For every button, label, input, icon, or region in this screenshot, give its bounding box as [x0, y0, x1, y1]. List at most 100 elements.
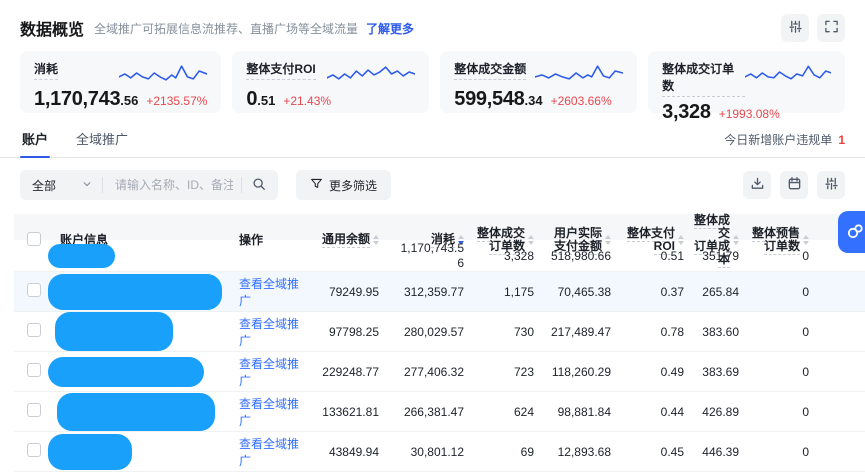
col-action: 操作 [225, 234, 310, 247]
table-row[interactable]: 查看全域推广 79249.95 312,359.77 1,175 70,465.… [14, 272, 865, 312]
cell-roi: 0.37 [617, 285, 690, 299]
metric-value: 3,328 [662, 101, 711, 124]
redacted-account-info [48, 357, 204, 387]
cell-orders: 69 [470, 445, 540, 459]
cell-pay: 98,881.84 [540, 405, 617, 419]
summary-cost: 351.79 [690, 249, 745, 263]
table-row[interactable]: 查看全域推广 97798.25 280,029.57 730 217,489.4… [14, 312, 865, 352]
cell-cost: 426.89 [690, 405, 745, 419]
download-icon [750, 176, 765, 194]
sparkline-chart [535, 62, 623, 84]
metric-value: 599,548 [454, 88, 524, 111]
view-uni-promotion-link[interactable]: 查看全域推广 [239, 317, 299, 348]
cell-balance: 43849.94 [310, 445, 385, 459]
view-uni-promotion-link[interactable]: 查看全域推广 [239, 397, 299, 428]
search-input[interactable] [103, 178, 241, 192]
col-balance[interactable]: 通用余额 [310, 233, 385, 248]
table-row[interactable]: 查看全域推广 133621.81 266,381.47 624 98,881.8… [14, 392, 865, 432]
column-settings-button[interactable] [817, 171, 845, 199]
metric-card-gmv[interactable]: 整体成交金额 599,548.34 +2603.66% [440, 51, 637, 113]
cell-consume: 312,359.77 [385, 285, 470, 299]
sort-icon[interactable] [605, 235, 611, 245]
search-combo: 全部 [20, 170, 278, 200]
cell-orders: 624 [470, 405, 540, 419]
redacted-account-info [48, 274, 222, 310]
cell-consume: 280,029.57 [385, 325, 470, 339]
summary-consume: 1,170,743.56 [398, 241, 464, 271]
metric-value: 1,170,743 [34, 88, 120, 111]
sort-icon[interactable] [528, 235, 534, 245]
fullscreen-button[interactable] [817, 14, 845, 42]
summary-roi: 0.51 [617, 249, 690, 263]
redacted-account-info [48, 434, 132, 470]
tab-account[interactable]: 账户 [20, 129, 50, 157]
cell-pay: 12,893.68 [540, 445, 617, 459]
card-settings-button[interactable] [781, 14, 809, 42]
cell-roi: 0.49 [617, 365, 690, 379]
metric-value: 0 [246, 88, 257, 111]
sort-icon[interactable] [733, 235, 739, 245]
share-circles-icon [845, 221, 865, 244]
metric-change: +1993.08% [719, 107, 780, 121]
metric-card-orders[interactable]: 整体成交订单数 3,328 +1993.08% [648, 51, 845, 113]
view-uni-promotion-link[interactable]: 查看全域推广 [239, 357, 299, 388]
cell-pay: 118,260.29 [540, 365, 617, 379]
metric-card-roi[interactable]: 整体支付ROI 0.51 +21.43% [232, 51, 429, 113]
cell-consume: 266,381.47 [385, 405, 470, 419]
view-uni-promotion-link[interactable]: 查看全域推广 [239, 277, 299, 308]
more-filters-button[interactable]: 更多筛选 [296, 170, 391, 200]
cell-cost: 446.39 [690, 445, 745, 459]
select-all-checkbox[interactable] [27, 232, 41, 246]
accounts-table: 账户信息 操作 通用余额 消耗 整体成交订单数 用户实际支付金额 整体支付ROI… [14, 214, 865, 472]
redacted-account-info [57, 393, 215, 431]
redacted-account-info [48, 244, 115, 268]
metric-card-consume[interactable]: 消耗 1,170,743.56 +2135.57% [20, 51, 221, 113]
metric-change: +2135.57% [146, 94, 207, 108]
fullscreen-icon [824, 19, 839, 37]
table-row[interactable]: 查看全域推广 229248.77 277,406.32 723 118,260.… [14, 352, 865, 392]
funnel-icon [310, 177, 323, 193]
scope-select[interactable]: 全部 [20, 177, 102, 194]
cell-pay: 70,465.38 [540, 285, 617, 299]
cell-consume: 277,406.32 [385, 365, 470, 379]
metric-label: 整体成交订单数 [662, 60, 744, 97]
download-button[interactable] [743, 171, 771, 199]
metric-label: 消耗 [34, 60, 58, 80]
row-checkbox[interactable] [27, 323, 41, 337]
sort-icon[interactable] [803, 235, 809, 245]
cell-cost: 383.69 [690, 365, 745, 379]
page-title: 数据概览 [20, 16, 84, 40]
search-button[interactable] [242, 177, 278, 194]
search-icon [252, 177, 266, 194]
cell-presale: 0 [745, 285, 815, 299]
cell-balance: 97798.25 [310, 325, 385, 339]
violation-note[interactable]: 今日新增账户违规单1 [724, 131, 845, 157]
view-uni-promotion-link[interactable]: 查看全域推广 [239, 437, 299, 468]
chevron-down-icon [82, 178, 92, 192]
row-checkbox[interactable] [27, 363, 41, 377]
row-checkbox[interactable] [27, 283, 41, 297]
summary-presale: 0 [745, 249, 815, 263]
cell-presale: 0 [745, 405, 815, 419]
cell-orders: 723 [470, 365, 540, 379]
tab-uni-promotion[interactable]: 全域推广 [74, 129, 130, 157]
table-header-row: 账户信息 操作 通用余额 消耗 整体成交订单数 用户实际支付金额 整体支付ROI… [14, 214, 865, 240]
summary-pay: 518,980.66 [540, 249, 617, 263]
redacted-account-info [55, 312, 173, 351]
row-checkbox[interactable] [27, 443, 41, 457]
row-checkbox[interactable] [27, 403, 41, 417]
sort-icon[interactable] [373, 235, 379, 245]
cell-roi: 0.78 [617, 325, 690, 339]
sort-icon[interactable] [678, 235, 684, 245]
table-row[interactable]: 查看全域推广 43849.94 30,801.12 69 12,893.68 0… [14, 432, 865, 472]
learn-more-link[interactable]: 了解更多 [366, 20, 414, 37]
metric-label: 整体支付ROI [246, 60, 315, 80]
cell-balance: 133621.81 [310, 405, 385, 419]
metric-change: +2603.66% [551, 94, 612, 108]
filter-bar: 全部 更多筛选 [0, 170, 865, 200]
assistant-float-button[interactable] [838, 211, 865, 253]
cell-orders: 730 [470, 325, 540, 339]
calendar-button[interactable] [780, 171, 808, 199]
cell-orders: 1,175 [470, 285, 540, 299]
page-subtitle: 全域推广可拓展信息流推荐、直播广场等全域流量 [94, 20, 358, 37]
